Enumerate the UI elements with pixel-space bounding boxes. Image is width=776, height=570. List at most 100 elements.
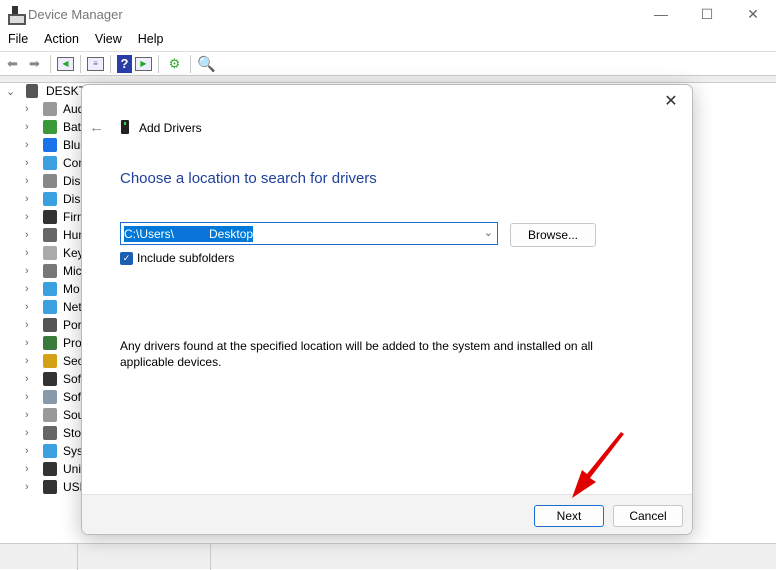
- chevron-right-icon[interactable]: ›: [25, 247, 35, 259]
- tree-item[interactable]: › Hum: [25, 226, 88, 244]
- battery-icon: [43, 120, 57, 134]
- port-icon: [43, 318, 57, 332]
- chevron-right-icon[interactable]: ›: [25, 193, 35, 205]
- usb-icon: [43, 462, 57, 476]
- display-adapter-icon: [43, 192, 57, 206]
- toolbar: ⬅ ➡ ◀ ≡ ? ▶ ⚙ 🔍: [0, 51, 776, 75]
- chevron-right-icon[interactable]: ›: [25, 157, 35, 169]
- tree-item[interactable]: › Batt: [25, 118, 84, 136]
- chevron-right-icon[interactable]: ›: [25, 409, 35, 421]
- chevron-right-icon[interactable]: ›: [25, 427, 35, 439]
- tree-item[interactable]: › Key: [25, 244, 84, 262]
- back-icon[interactable]: ⬅: [3, 55, 22, 73]
- forward-icon[interactable]: ➡: [25, 55, 44, 73]
- properties-icon[interactable]: ≡: [87, 56, 104, 71]
- tree-item[interactable]: › Blue: [25, 136, 87, 154]
- redacted-username: [174, 225, 210, 242]
- tree-item[interactable]: › Mic: [25, 262, 82, 280]
- tree-item[interactable]: › USB: [25, 478, 88, 496]
- action-pane-icon[interactable]: ▶: [135, 56, 152, 71]
- browse-button[interactable]: Browse...: [510, 223, 596, 247]
- storage-controller-icon: [43, 426, 57, 440]
- keyboard-icon: [43, 246, 57, 260]
- tree-item[interactable]: › Univ: [25, 460, 87, 478]
- next-button[interactable]: Next: [534, 505, 604, 527]
- chevron-right-icon[interactable]: ›: [25, 121, 35, 133]
- tree-item[interactable]: › Syst: [25, 442, 86, 460]
- checkmark-icon[interactable]: ✓: [120, 251, 133, 265]
- tree-item-label: Mic: [63, 264, 82, 278]
- disk-icon: [43, 174, 57, 188]
- cancel-button[interactable]: Cancel: [613, 505, 683, 527]
- chevron-right-icon[interactable]: ›: [25, 175, 35, 187]
- chevron-right-icon[interactable]: ›: [25, 283, 35, 295]
- menu-help[interactable]: Help: [130, 29, 172, 49]
- security-key-icon: [43, 354, 57, 368]
- tree-item-label: Mo: [63, 282, 80, 296]
- tree-item[interactable]: › Sec: [25, 352, 84, 370]
- chevron-down-icon[interactable]: ⌄: [484, 226, 493, 239]
- system-devices-icon: [43, 444, 57, 458]
- location-combobox[interactable]: C:\Users\ Desktop ⌄: [120, 222, 498, 245]
- speaker-icon: [43, 102, 57, 116]
- tree-item[interactable]: › Aud: [25, 100, 84, 118]
- chevron-right-icon[interactable]: ›: [25, 337, 35, 349]
- chevron-right-icon[interactable]: ›: [25, 481, 35, 493]
- close-icon[interactable]: ✕: [656, 89, 686, 113]
- software-device-icon: [43, 390, 57, 404]
- tree-item[interactable]: › Disk: [25, 172, 86, 190]
- chevron-right-icon[interactable]: ›: [25, 301, 35, 313]
- tree-item[interactable]: › Soft: [25, 388, 84, 406]
- chevron-right-icon[interactable]: ›: [25, 103, 35, 115]
- tree-item[interactable]: › Com: [25, 154, 88, 172]
- gamepad-icon: [43, 228, 57, 242]
- monitor-icon: [43, 282, 57, 296]
- chip-icon: [43, 210, 57, 224]
- include-subfolders-checkbox[interactable]: ✓ Include subfolders: [120, 251, 234, 265]
- tree-item[interactable]: › Pro: [25, 334, 82, 352]
- chevron-right-icon[interactable]: ›: [25, 265, 35, 277]
- chevron-right-icon[interactable]: ›: [25, 463, 35, 475]
- chevron-right-icon[interactable]: ›: [25, 229, 35, 241]
- update-driver-icon[interactable]: ⚙: [165, 55, 184, 73]
- menu-view[interactable]: View: [87, 29, 130, 49]
- show-hide-console-tree-icon[interactable]: ◀: [57, 56, 74, 71]
- processor-icon: [43, 336, 57, 350]
- help-icon[interactable]: ?: [117, 54, 132, 73]
- back-arrow-icon[interactable]: ←: [89, 119, 104, 136]
- dialog-footer: Next Cancel: [82, 494, 692, 534]
- chevron-right-icon[interactable]: ›: [25, 391, 35, 403]
- chevron-right-icon[interactable]: ›: [25, 355, 35, 367]
- monitor-icon: [43, 156, 57, 170]
- computer-icon: [26, 84, 38, 98]
- tree-item[interactable]: › Soft: [25, 370, 84, 388]
- chevron-right-icon[interactable]: ›: [25, 373, 35, 385]
- tree-item-label: Net: [63, 300, 82, 314]
- usb-icon: [43, 480, 57, 494]
- add-drivers-dialog: ✕ ← Add Drivers Choose a location to sea…: [81, 84, 693, 535]
- minimize-button[interactable]: —: [638, 0, 684, 28]
- tree-item[interactable]: › Net: [25, 298, 82, 316]
- chevron-right-icon[interactable]: ›: [25, 319, 35, 331]
- tree-item[interactable]: › Disp: [25, 190, 87, 208]
- maximize-button[interactable]: ☐: [684, 0, 730, 28]
- include-subfolders-label: Include subfolders: [137, 251, 235, 265]
- tree-item[interactable]: › Mo: [25, 280, 80, 298]
- chevron-right-icon[interactable]: ›: [25, 139, 35, 151]
- scan-hardware-icon[interactable]: 🔍: [197, 55, 216, 73]
- chevron-down-icon[interactable]: ⌄: [6, 85, 16, 98]
- chevron-right-icon[interactable]: ›: [25, 211, 35, 223]
- driver-icon: [121, 120, 129, 134]
- dialog-title: Add Drivers: [139, 121, 202, 135]
- software-component-icon: [43, 372, 57, 386]
- window-title: Device Manager: [28, 6, 123, 22]
- menu-action[interactable]: Action: [36, 29, 87, 49]
- close-window-button[interactable]: ✕: [730, 0, 776, 28]
- tree-item[interactable]: › Port: [25, 316, 85, 334]
- bluetooth-icon: [43, 138, 57, 152]
- menu-file[interactable]: File: [0, 29, 36, 49]
- tree-item[interactable]: › Firm: [25, 208, 87, 226]
- chevron-right-icon[interactable]: ›: [25, 445, 35, 457]
- tree-item[interactable]: › Stor: [25, 424, 85, 442]
- tree-item[interactable]: › Sou: [25, 406, 84, 424]
